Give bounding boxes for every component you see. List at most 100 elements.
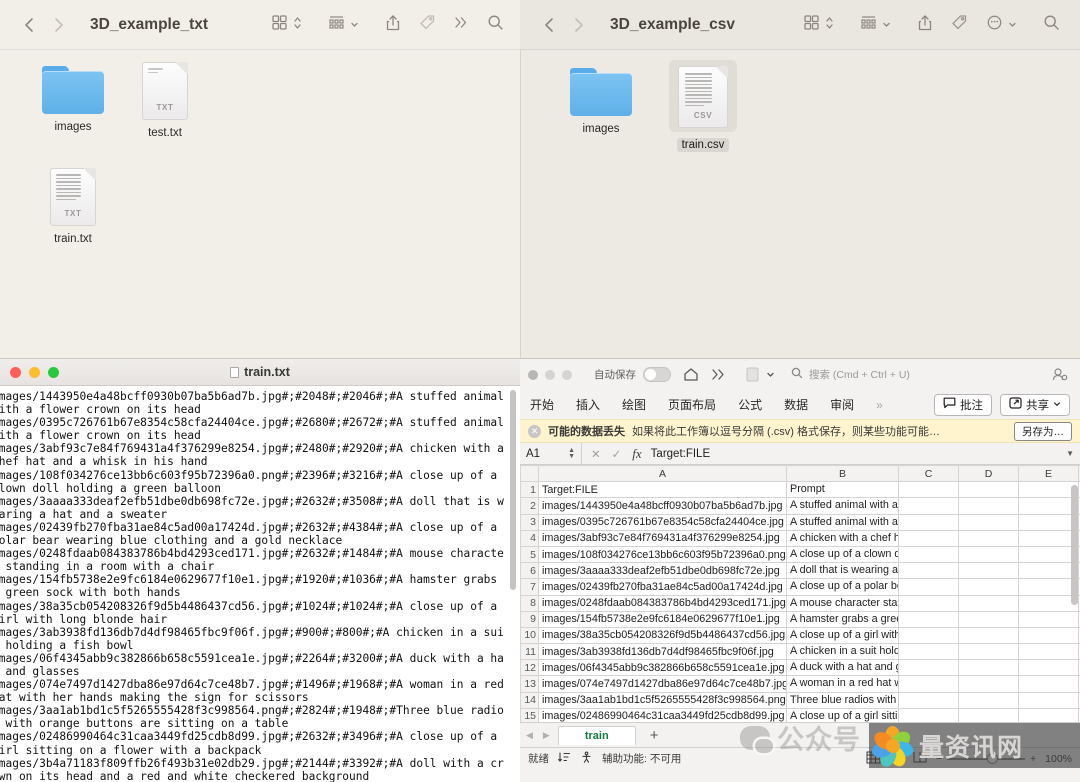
table-row[interactable]: 15 images/02486990464c31caa3449fd25cdb8d9… [520,707,1080,722]
column-header-a[interactable]: A [538,465,787,483]
row-header[interactable]: 9 [520,610,539,628]
close-circle-icon[interactable]: ✕ [528,424,541,438]
prev-sheet-icon[interactable]: ◀ [526,730,533,741]
view-sort-chevron-icon[interactable] [825,15,834,36]
cell-d[interactable] [958,513,1019,531]
fx-icon[interactable]: fx [632,446,641,462]
cell-c[interactable] [898,594,959,612]
cell-c[interactable] [898,481,959,499]
row-header[interactable]: 5 [520,545,539,564]
name-box[interactable]: A1 ▲ ▼ [520,443,582,464]
group-chevron-down-icon[interactable] [882,16,891,34]
share-icon[interactable] [385,14,401,37]
tag-icon[interactable] [951,14,968,36]
table-row[interactable]: 6 images/3aaaa333deaf2efb51dbe0db698fc72e… [520,562,1080,580]
table-row[interactable]: 13 images/074e7497d1427dba86e97d64c7ce48b… [520,675,1080,693]
cell-e[interactable] [1018,578,1079,596]
table-row[interactable]: 5 images/108f034276ce13bb6c603f95b72396a0… [520,545,1080,564]
sheet-tab-train[interactable]: train [557,725,636,745]
cell-a[interactable]: images/3ab3938fd136db7d4df98465fbc9f06f.… [538,643,787,661]
cell-c[interactable] [898,626,959,645]
chevrons-right-icon[interactable] [711,368,726,381]
cell-b[interactable]: A woman in a red hat with her hands maki… [786,675,899,693]
formula-input[interactable]: Target:FILE [651,448,1066,460]
cell-a[interactable]: images/108f034276ce13bb6c603f95b72396a0.… [538,545,787,564]
group-by-icon[interactable] [860,14,877,36]
cell-a[interactable]: images/0248fdaab084383786b4bd4293ced171.… [538,594,787,612]
cell-b[interactable]: A close up of a polar bear wearing blue … [786,578,899,596]
accessibility-icon[interactable] [580,751,593,767]
more-ellipsis-icon[interactable] [986,14,1003,36]
cell-e[interactable] [1018,626,1079,645]
cell-c[interactable] [898,545,959,564]
cell-d[interactable] [958,545,1019,564]
share-button[interactable]: 共享 [1000,393,1070,416]
comment-button[interactable]: 批注 [934,393,992,416]
cell-d[interactable] [958,594,1019,612]
cell-c[interactable] [898,707,959,722]
tab-review[interactable]: 审阅 [830,396,854,413]
forward-icon[interactable] [53,17,64,33]
cell-c[interactable] [898,529,959,547]
tab-draw[interactable]: 绘图 [622,396,646,413]
cell-c[interactable] [898,513,959,531]
cell-b[interactable]: A stuffed animal with a flower crown on … [786,513,899,531]
editor-vertical-scrollbar[interactable] [510,390,516,590]
next-sheet-icon[interactable]: ▶ [543,730,550,741]
cell-c[interactable] [898,610,959,628]
cell-d[interactable] [958,610,1019,628]
row-header[interactable]: 14 [520,691,539,709]
cell-b[interactable]: A duck with a hat and glasses [786,659,899,677]
cell-d[interactable] [958,675,1019,693]
tag-icon[interactable] [419,14,436,36]
cell-e[interactable] [1018,707,1079,722]
cell-a[interactable]: images/38a35cb054208326f9d5b4486437cd56.… [538,626,787,645]
table-row[interactable]: 9 images/154fb5738e2e9fc6184e0629677f10e1… [520,610,1080,628]
cell-d[interactable] [958,562,1019,580]
search-icon[interactable] [487,14,504,36]
file-icon[interactable] [746,367,759,382]
cell-b[interactable]: A doll that is wearing a hat and a sweat… [786,562,899,580]
cell-b[interactable]: A close up of a clown doll holding a gre… [786,545,899,564]
cell-d[interactable] [958,481,1019,499]
more-chevron-down-icon[interactable] [1008,16,1017,34]
spreadsheet-grid[interactable]: A B C D E F 1Target:FILEPrompt2images/14… [520,465,1080,722]
cell-a[interactable]: Target:FILE [538,481,787,499]
view-sort-chevron-icon[interactable] [293,15,302,36]
save-as-button[interactable]: 另存为… [1014,421,1072,441]
window-traffic-lights[interactable] [528,369,572,380]
cell-a[interactable]: images/3aa1ab1bd1c5f5265555428f3c998564.… [538,691,787,709]
minimize-button[interactable] [545,369,555,380]
maximize-button[interactable] [562,369,572,380]
tab-page-layout[interactable]: 页面布局 [668,396,716,413]
row-header[interactable]: 10 [520,626,539,645]
row-header[interactable]: 4 [520,529,539,547]
cell-c[interactable] [898,497,959,515]
file-item-train-txt[interactable]: TXT train.txt [18,168,128,246]
group-by-icon[interactable] [328,14,345,36]
grid-vertical-scrollbar[interactable] [1071,485,1078,605]
search-icon[interactable] [1043,14,1060,36]
table-row[interactable]: 10 images/38a35cb054208326f9d5b4486437cd5… [520,626,1080,645]
cell-b[interactable]: Prompt [786,481,899,499]
cell-a[interactable]: images/0395c726761b67e8354c58cfa24404ce.… [538,513,787,531]
grid-view-icon[interactable] [803,14,820,36]
more-chevrons-icon[interactable] [454,15,469,35]
ribbon-overflow-icon[interactable]: » [876,398,883,412]
cell-e[interactable] [1018,594,1079,612]
cell-e[interactable] [1018,497,1079,515]
close-button[interactable] [528,369,538,380]
table-row[interactable]: 8 images/0248fdaab084383786b4bd4293ced171… [520,594,1080,612]
cell-c[interactable] [898,562,959,580]
row-header[interactable]: 11 [520,643,539,661]
cell-b[interactable]: A close up of a girl sitting on a flower… [786,707,899,722]
forward-icon[interactable] [573,17,584,33]
back-icon[interactable] [544,17,555,33]
cell-d[interactable] [958,626,1019,645]
cell-b[interactable]: A stuffed animal with a flower crown on … [786,497,899,515]
tab-insert[interactable]: 插入 [576,396,600,413]
tab-home[interactable]: 开始 [530,396,554,413]
add-sheet-button[interactable]: + [636,727,673,744]
table-row[interactable]: 4 images/3abf93c7e84f769431a4f376299e8254… [520,529,1080,547]
cell-e[interactable] [1018,675,1079,693]
